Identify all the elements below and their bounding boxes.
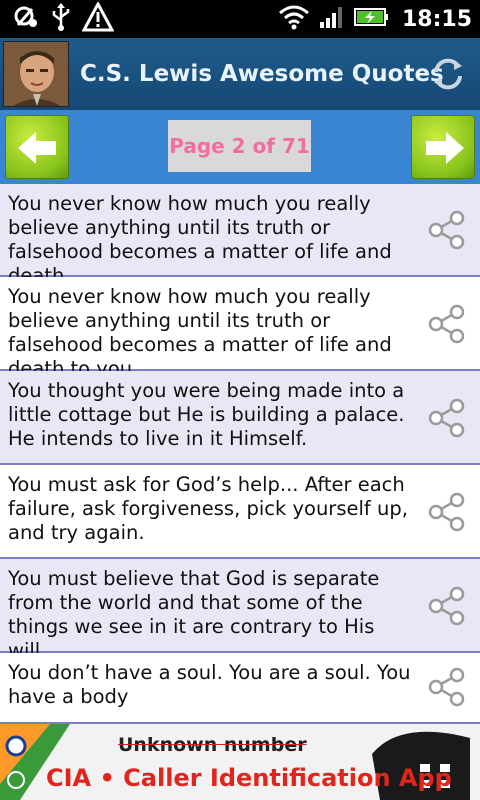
ad-headline: Unknown number bbox=[118, 734, 307, 756]
usb-icon bbox=[50, 2, 72, 36]
quote-text: You never know how much you really belie… bbox=[8, 192, 392, 287]
share-icon[interactable] bbox=[428, 586, 466, 626]
battery-charging-icon bbox=[353, 6, 390, 32]
app-title: C.S. Lewis Awesome Quotes bbox=[80, 61, 444, 87]
ad-app-name: CIA • Caller Identification App bbox=[46, 764, 452, 792]
share-icon[interactable] bbox=[428, 667, 466, 707]
next-page-button[interactable] bbox=[411, 115, 475, 179]
list-item[interactable]: You must ask for God’s help... After eac… bbox=[0, 465, 480, 559]
share-icon[interactable] bbox=[428, 304, 466, 344]
debug-icon bbox=[12, 3, 40, 35]
list-item[interactable]: You thought you were being made into a l… bbox=[0, 371, 480, 465]
share-icon[interactable] bbox=[428, 492, 466, 532]
arrow-left-icon bbox=[18, 132, 56, 164]
quote-text: You must believe that God is separate fr… bbox=[8, 567, 380, 662]
quote-text: You thought you were being made into a l… bbox=[8, 379, 405, 450]
share-icon[interactable] bbox=[428, 210, 466, 250]
ad-banner[interactable]: Unknown number CIA • Caller Identificati… bbox=[0, 724, 480, 800]
status-time: 18:15 bbox=[401, 6, 472, 32]
list-item[interactable]: You never know how much you really belie… bbox=[0, 184, 480, 287]
share-icon[interactable] bbox=[428, 398, 466, 438]
list-item[interactable]: You don’t have a soul. You are a soul. Y… bbox=[0, 653, 480, 724]
app-header: C.S. Lewis Awesome Quotes bbox=[0, 38, 480, 110]
status-left-icons bbox=[12, 0, 115, 36]
quote-text: You must ask for God’s help... After eac… bbox=[8, 473, 408, 544]
warning-icon bbox=[81, 0, 115, 36]
previous-page-button[interactable] bbox=[5, 115, 69, 179]
status-right-icons: 18:15 bbox=[278, 0, 472, 38]
quote-text: You don’t have a soul. You are a soul. Y… bbox=[8, 661, 411, 708]
wifi-icon bbox=[278, 3, 310, 35]
quote-text: You never know how much you really belie… bbox=[8, 285, 392, 380]
author-avatar bbox=[3, 41, 69, 107]
page-indicator: Page 2 of 71 bbox=[168, 120, 311, 172]
list-item[interactable]: You must believe that God is separate fr… bbox=[0, 559, 480, 662]
pager-bar: Page 2 of 71 bbox=[0, 110, 480, 184]
refresh-icon[interactable] bbox=[428, 54, 468, 94]
status-bar: 18:15 bbox=[0, 0, 480, 38]
arrow-right-icon bbox=[426, 132, 464, 164]
signal-icon bbox=[318, 4, 346, 34]
list-item[interactable]: You never know how much you really belie… bbox=[0, 277, 480, 380]
